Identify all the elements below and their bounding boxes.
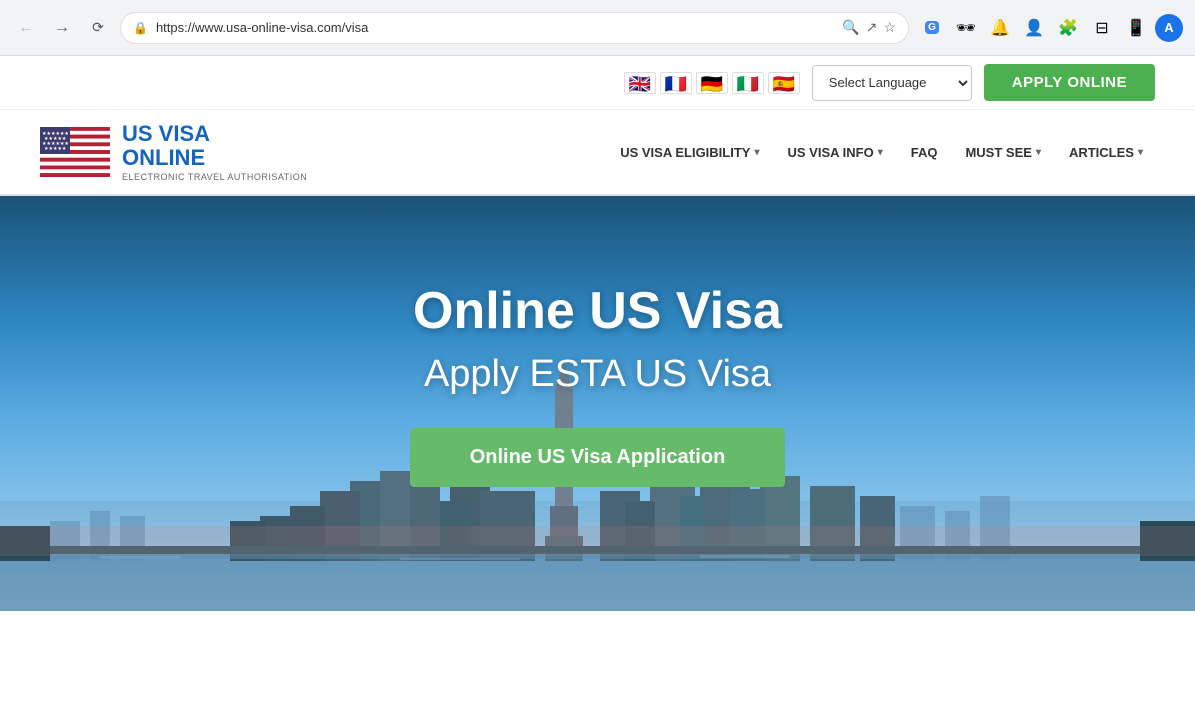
nav-item-info[interactable]: US VISA INFO ▾ [776,137,895,168]
extension-btn-3[interactable]: 👤 [1019,13,1049,43]
logo-text: US VISA ONLINE ELECTRONIC TRAVEL AUTHORI… [122,122,307,182]
nav-item-articles[interactable]: ARTICLES ▾ [1057,137,1155,168]
translate-icon: G [925,21,939,34]
france-flag-icon[interactable]: 🇫🇷 [660,72,692,94]
nav-item-must-see[interactable]: MUST SEE ▾ [953,137,1053,168]
lock-icon: 🔒 [133,21,148,35]
logo-subtitle: ELECTRONIC TRAVEL AUTHORISATION [122,172,307,182]
hero-subtitle: Apply ESTA US Visa [410,353,786,396]
italy-flag-icon[interactable]: 🇮🇹 [732,72,764,94]
url-text: https://www.usa-online-visa.com/visa [156,20,834,35]
logo-line2: ONLINE [122,145,205,170]
logo-line1: US VISA [122,121,210,146]
site-logo[interactable]: ★★★★★★ ★★★★★ ★★★★★★ ★★★★★ US VISA ONLINE… [40,122,307,182]
profile-avatar[interactable]: A [1155,14,1183,42]
browser-chrome: ← → ⟳ 🔒 https://www.usa-online-visa.com/… [0,0,1195,56]
main-nav-menu: US VISA ELIGIBILITY ▾ US VISA INFO ▾ FAQ… [347,137,1155,168]
refresh-button[interactable]: ⟳ [84,14,112,42]
split-view-btn[interactable]: ⊟ [1087,13,1117,43]
share-icon: ↗ [866,19,878,36]
chevron-down-icon: ▾ [1138,147,1143,158]
forward-button[interactable]: → [48,14,76,42]
language-select[interactable]: Select Language English French German It… [812,65,972,101]
extension-btn-2[interactable]: 🔔 [985,13,1015,43]
nav-item-faq[interactable]: FAQ [899,137,950,168]
site-top-bar: 🇬🇧 🇫🇷 🇩🇪 🇮🇹 🇪🇸 Select Language English F… [0,56,1195,110]
hero-section: Online US Visa Apply ESTA US Visa Online… [0,196,1195,611]
extension-btn-1[interactable]: 🕶 [951,13,981,43]
hero-title: Online US Visa [410,281,786,341]
tablet-btn[interactable]: 📱 [1121,13,1151,43]
back-button[interactable]: ← [12,14,40,42]
chevron-down-icon: ▾ [878,147,883,158]
chevron-down-icon: ▾ [754,147,759,158]
uk-flag-icon[interactable]: 🇬🇧 [624,72,656,94]
hero-cta-button[interactable]: Online US Visa Application [410,428,786,487]
chevron-down-icon: ▾ [1036,147,1041,158]
address-actions: 🔍 ↗ ☆ [842,19,896,36]
extensions-btn[interactable]: 🧩 [1053,13,1083,43]
browser-toolbar: G 🕶 🔔 👤 🧩 ⊟ 📱 A [917,13,1183,43]
us-flag-logo: ★★★★★★ ★★★★★ ★★★★★★ ★★★★★ [40,127,110,177]
google-translate-btn[interactable]: G [917,13,947,43]
bookmark-icon: ☆ [883,19,896,36]
apply-online-button[interactable]: APPLY ONLINE [984,64,1155,101]
hero-content: Online US Visa Apply ESTA US Visa Online… [410,281,786,487]
svg-text:★★★★★: ★★★★★ [44,146,67,152]
spain-flag-icon[interactable]: 🇪🇸 [768,72,800,94]
address-bar: 🔒 https://www.usa-online-visa.com/visa 🔍… [120,12,909,44]
germany-flag-icon[interactable]: 🇩🇪 [696,72,728,94]
nav-item-eligibility[interactable]: US VISA ELIGIBILITY ▾ [608,137,771,168]
flag-icons-row: 🇬🇧 🇫🇷 🇩🇪 🇮🇹 🇪🇸 [624,72,800,94]
site-navigation: ★★★★★★ ★★★★★ ★★★★★★ ★★★★★ US VISA ONLINE… [0,110,1195,196]
logo-title: US VISA ONLINE [122,122,307,170]
search-icon: 🔍 [842,19,859,36]
